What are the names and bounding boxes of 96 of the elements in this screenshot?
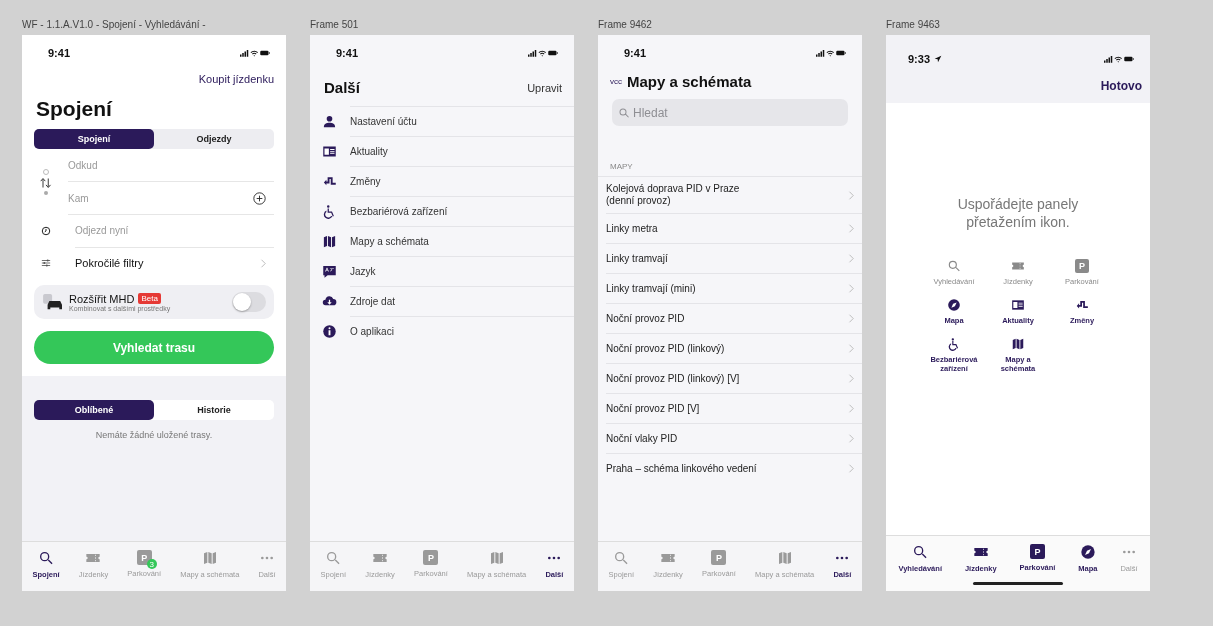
menu-item[interactable]: Mapy a schémata: [350, 226, 574, 256]
extend-title: Rozšířit MHD: [69, 292, 135, 305]
language-icon: [322, 264, 337, 279]
status-icons-drawing: [816, 49, 846, 57]
status-time: 9:33: [908, 53, 931, 65]
search-icon: [325, 550, 342, 566]
chevron-right-icon: [260, 258, 266, 268]
chevron-right-icon: [848, 224, 854, 233]
map-icon: [776, 550, 793, 566]
search-icon: [618, 107, 630, 119]
parking-icon: P: [1075, 259, 1089, 273]
filter-icon: [41, 258, 51, 268]
segment-tab[interactable]: Oblíbené: [34, 400, 154, 420]
beta-badge: Beta: [138, 293, 161, 304]
search-field[interactable]: Hledat: [612, 99, 848, 126]
map-list-item[interactable]: Linky metra: [606, 213, 862, 243]
frame-label: Frame 501: [310, 19, 360, 32]
buy-ticket-link[interactable]: Koupit jízdenku: [198, 73, 274, 85]
search-icon: [38, 550, 55, 566]
frame-label: WF - 1.1.A.V1.0 - Spojení - Vyhledávání -: [22, 19, 207, 32]
map-list-item[interactable]: Praha – schéma linkového vedení: [606, 453, 862, 483]
done-link[interactable]: Hotovo: [1100, 79, 1142, 93]
destination-dot-icon: [44, 191, 48, 195]
departure-time-field[interactable]: Odjezd nyní: [75, 214, 274, 248]
add-stop-icon[interactable]: [253, 191, 266, 205]
toggle-switch[interactable]: [232, 292, 266, 312]
map-list-item[interactable]: Kolejová doprava PID v Praze (denní provoz): [598, 176, 862, 213]
chevron-right-icon: [848, 314, 854, 323]
location-arrow-icon: [934, 55, 943, 63]
menu-item[interactable]: Zdroje dat: [350, 286, 574, 316]
map-icon: [322, 234, 337, 249]
swap-arrows-icon[interactable]: [40, 177, 52, 189]
search-icon: [947, 259, 961, 273]
chevron-right-icon: [848, 190, 854, 200]
news-icon: [1011, 298, 1025, 312]
menu-item[interactable]: Bezbariérová zařízení: [350, 196, 574, 226]
map-icon: [488, 550, 505, 566]
person-icon: [322, 114, 337, 129]
map-list-item[interactable]: Noční provoz PID: [606, 303, 862, 333]
search-icon: [613, 550, 630, 566]
page-title: Další: [324, 79, 360, 96]
chevron-right-icon: [848, 374, 854, 383]
destination-field[interactable]: Kam: [68, 192, 253, 204]
menu-item[interactable]: Změny: [350, 166, 574, 196]
instruction-text: Uspořádejte panely přetažením ikon.: [956, 195, 1080, 231]
page-title: Mapy a schémata: [627, 73, 752, 90]
advanced-filters-row[interactable]: Pokročilé filtry: [34, 247, 274, 279]
wheelchair-icon: [947, 337, 961, 351]
menu-item[interactable]: Jazyk: [350, 256, 574, 286]
chevron-right-icon: [848, 284, 854, 293]
compass-icon: [1079, 544, 1096, 560]
menu-item[interactable]: Nastavení účtu: [350, 106, 574, 136]
count-badge: 3: [146, 559, 157, 569]
chevron-right-icon: [848, 254, 854, 263]
parking-icon: P: [1029, 544, 1045, 559]
menu-item[interactable]: Aktuality: [350, 136, 574, 166]
map-list-item[interactable]: Noční provoz PID [V]: [606, 393, 862, 423]
status-icons-drawing: [1104, 55, 1134, 63]
chevron-right-icon: [848, 404, 854, 413]
compass-icon: [947, 298, 961, 312]
parking-icon: P: [423, 550, 439, 565]
empty-message: Nemáte žádné uložené trasy.: [94, 430, 214, 440]
status-icons-drawing: [240, 49, 270, 57]
map-icon: [201, 550, 218, 566]
map-list-item[interactable]: Noční vlaky PID: [606, 423, 862, 453]
wheelchair-icon: [322, 204, 337, 219]
parking-icon: P: [711, 550, 727, 565]
map-list-item[interactable]: Linky tramvají: [606, 243, 862, 273]
news-icon: [322, 144, 337, 159]
info-icon: [322, 324, 337, 339]
status-icons-drawing: [528, 49, 558, 57]
segment-tab[interactable]: Spojení: [34, 129, 154, 149]
back-link[interactable]: vcc: [610, 77, 622, 86]
origin-field[interactable]: Odkud: [68, 159, 274, 171]
bus-and-car-icon: [42, 293, 64, 311]
segment-tab[interactable]: Historie: [154, 400, 274, 420]
status-time: 9:41: [624, 47, 647, 59]
chevron-right-icon: [848, 434, 854, 443]
chevron-right-icon: [848, 344, 854, 353]
status-time: 9:41: [336, 47, 359, 59]
map-list-item[interactable]: Noční provoz PID (linkový) [V]: [606, 363, 862, 393]
page-title: Spojení: [36, 97, 114, 121]
filters-label: Pokročilé filtry: [75, 257, 145, 269]
map-icon: [1011, 337, 1025, 351]
menu-item[interactable]: O aplikaci: [350, 316, 574, 346]
frame-label: Frame 9462: [598, 19, 653, 32]
search-icon: [912, 544, 929, 560]
status-time: 9:41: [48, 47, 71, 59]
section-header: MAPY: [609, 161, 634, 173]
map-list-item[interactable]: Linky tramvají (mini): [606, 273, 862, 303]
map-list-item[interactable]: Noční provoz PID (linkový): [606, 333, 862, 363]
edit-link[interactable]: Upravit: [527, 81, 562, 94]
chevron-right-icon: [848, 464, 854, 473]
frame-label: Frame 9463: [886, 19, 941, 32]
clock-icon: [41, 226, 51, 236]
segment-tab[interactable]: Odjezdy: [154, 129, 274, 149]
